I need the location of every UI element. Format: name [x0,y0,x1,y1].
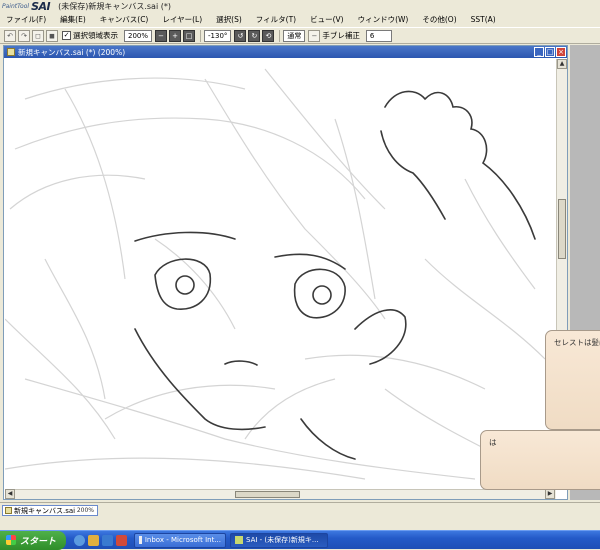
rotate-reset-icon[interactable]: ⟲ [262,29,275,42]
close-button[interactable]: × [556,47,566,57]
menu-layer[interactable]: レイヤー(L) [162,14,202,25]
toolbar-divider [279,29,281,42]
wrist-line [380,130,446,220]
document-title: 新規キャンバス.sai (*) (200%) [18,47,126,57]
horizontal-scroll-thumb[interactable] [235,491,300,498]
app-title: (未保存)新規キャンバス.sai (*) [58,1,171,11]
internet-explorer-icon[interactable] [102,534,113,546]
rotate-left-icon[interactable]: ↺ [234,29,247,42]
windows-taskbar: スタート Inbox - Microsoft Int... SAI - (未保存… [0,530,600,550]
rough-sketch-lines [5,68,546,480]
toolbar-divider [200,29,202,42]
taskbar-item-sai[interactable]: SAI - (未保存)新規キ... [230,532,328,548]
drawing-canvas[interactable] [5,59,556,489]
document-tab[interactable]: 新規キャンバス.sai 200% [2,505,98,516]
scroll-up-icon[interactable]: ▲ [557,59,567,69]
left-eye-line [154,258,212,310]
flip-icon[interactable]: − [308,29,321,42]
minimize-button[interactable]: _ [534,47,544,57]
mail-icon[interactable] [116,534,127,546]
menu-sst[interactable]: SST(A) [471,15,496,24]
scroll-left-icon[interactable]: ◀ [5,489,15,499]
neck-line [300,418,356,460]
hand-line [384,90,536,240]
sketch-artwork [5,68,546,480]
menu-canvas[interactable]: キャンバス(C) [100,14,149,25]
scroll-right-icon[interactable]: ▶ [545,489,555,499]
left-iris-line [175,275,195,295]
bubble-2-text: は [489,438,497,447]
menu-filter[interactable]: フィルタ(T) [256,14,296,25]
taskbar-item-sai-label: SAI - (未保存)新規キ... [246,536,319,544]
zoom-field[interactable]: 200% [124,29,153,42]
left-eyebrow-line [134,231,236,242]
start-label: スタート [20,536,57,547]
taskbar-item-inbox-label: Inbox - Microsoft Int... [144,536,221,544]
redo-icon[interactable]: ↷ [18,29,30,42]
rotate-right-icon[interactable]: ↻ [248,29,261,42]
overlay-bubble-2: は [480,430,600,490]
document-tab-icon [5,507,12,514]
menu-bar: ファイル(F) 編集(E) キャンバス(C) レイヤー(L) 選択(S) フィル… [0,13,600,26]
selection-display-checkbox[interactable]: ✓ [62,31,71,40]
app-logo: PaintTool SAI [0,0,51,13]
document-tab-strip: 新規キャンバス.sai 200% [0,502,600,517]
undo-icon[interactable]: ↶ [4,29,16,42]
right-eye-line [293,268,346,319]
logo-small-text: PaintTool [2,2,30,10]
quick-launch [74,534,130,546]
selection-display-label: 選択領域表示 [73,31,118,40]
menu-edit[interactable]: 編集(E) [60,14,86,25]
stabilizer-label: 手ブレ補正 [322,31,360,40]
horizontal-scrollbar[interactable]: ◀ ▶ [5,489,556,499]
right-iris-line [312,285,332,305]
rotation-field[interactable]: -130° [204,29,232,42]
menu-file[interactable]: ファイル(F) [6,14,46,25]
jaw-line [134,328,266,431]
line-art [134,90,536,460]
app-window: PaintTool SAI (未保存)新規キャンバス.sai (*) ファイル(… [0,0,600,550]
logo-big-text: SAI [31,0,51,13]
stabilizer-select[interactable]: 6 [365,29,392,42]
document-title-bar[interactable]: 新規キャンバス.sai (*) (200%) _ □ × [4,46,567,58]
invert-selection-icon[interactable]: ◼ [46,29,58,42]
menu-other[interactable]: その他(O) [422,14,456,25]
document-icon [7,48,15,56]
media-player-icon[interactable] [88,534,99,546]
document-tab-name: 新規キャンバス.sai [14,506,76,515]
deselect-icon[interactable]: ◻ [32,29,44,42]
zoom-out-icon[interactable]: − [155,29,168,42]
start-button[interactable]: スタート [0,530,66,550]
maximize-button[interactable]: □ [545,47,555,57]
right-eyebrow-line [274,253,346,270]
zoom-reset-icon[interactable]: □ [183,29,196,42]
vertical-scroll-thumb[interactable] [558,199,566,259]
zoom-in-icon[interactable]: + [169,29,182,42]
menu-view[interactable]: ビュー(V) [310,14,343,25]
overlay-bubble-1: セレストは髪ば [545,330,600,430]
document-tab-zoom: 200% [76,507,94,514]
blend-mode-select[interactable]: 通常 [283,29,306,42]
bubble-1-text: セレストは髪ば [554,338,600,347]
outlook-icon [139,536,142,544]
mouth-line [224,360,258,366]
app-title-bar: PaintTool SAI (未保存)新規キャンバス.sai (*) [0,0,600,13]
toolbar: ↶ ↷ ◻ ◼ ✓ 選択領域表示 200% − + □ -130° ↺ ↻ ⟲ … [0,27,600,44]
sai-icon [235,536,243,544]
menu-window[interactable]: ウィンドウ(W) [358,14,409,25]
browser-icon[interactable] [74,534,85,546]
taskbar-item-inbox[interactable]: Inbox - Microsoft Int... [134,532,226,548]
windows-logo-icon [6,535,16,545]
menu-select[interactable]: 選択(S) [216,14,242,25]
